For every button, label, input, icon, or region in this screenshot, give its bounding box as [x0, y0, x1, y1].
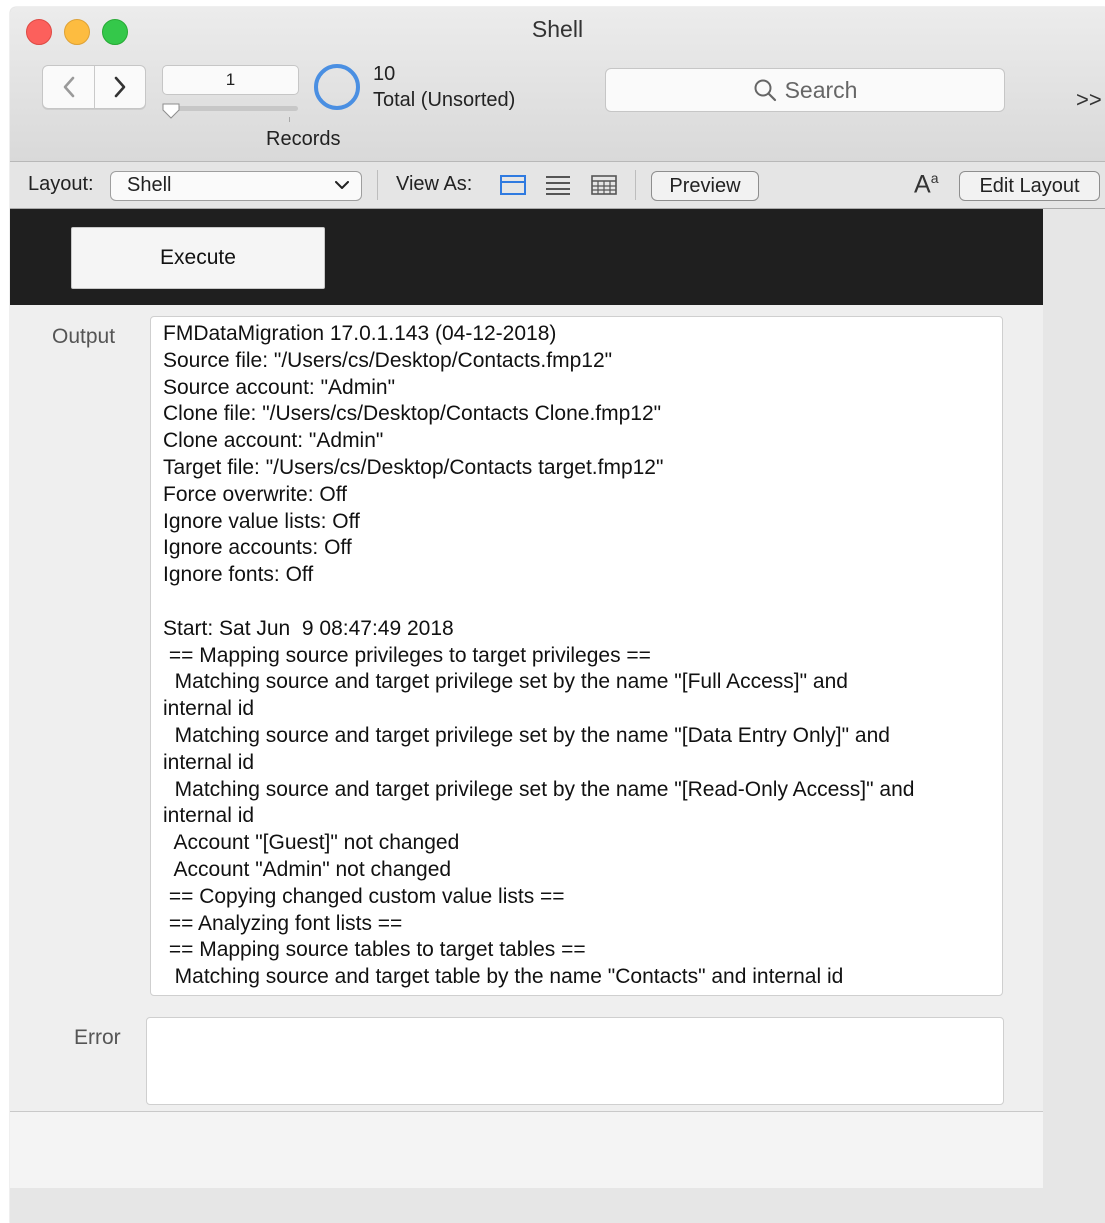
layout-content: Execute Output FMDataMigration 17.0.1.14… [10, 209, 1043, 1223]
output-line: == Mapping source privileges to target p… [163, 643, 651, 667]
window-toolbar: Shell 1 Records 10 Total (Unsorted) Sear… [10, 7, 1105, 162]
execute-button[interactable]: Execute [71, 227, 325, 289]
output-line: internal id [163, 804, 255, 828]
output-line: Force overwrite: Off [163, 482, 347, 506]
output-line: Matching source and target table by the … [163, 965, 844, 989]
output-line: Matching source and target privilege set… [163, 723, 890, 747]
record-slider-thumb[interactable] [162, 103, 180, 119]
found-state: Total (Unsorted) [373, 89, 516, 111]
found-count: 10 [373, 63, 396, 85]
output-line: Source account: "Admin" [163, 375, 396, 399]
separator [635, 170, 636, 200]
current-record-field[interactable]: 1 [162, 65, 299, 95]
table-view-icon[interactable] [591, 175, 617, 195]
output-line: Account "[Guest]" not changed [163, 831, 460, 855]
output-line: == Analyzing font lists == [163, 911, 403, 935]
chevron-left-icon [63, 76, 74, 98]
output-line: Ignore fonts: Off [163, 563, 314, 587]
search-icon [754, 79, 776, 102]
toolbar-overflow-button[interactable]: >> [1076, 87, 1102, 113]
footer-area [10, 1112, 1043, 1188]
preview-button[interactable]: Preview [651, 171, 759, 201]
output-line: internal id [163, 697, 255, 721]
output-line: Clone file: "/Users/cs/Desktop/Contacts … [163, 402, 662, 426]
slider-tick [289, 117, 290, 122]
chevron-down-icon [335, 181, 349, 189]
output-line: Ignore accounts: Off [163, 536, 352, 560]
list-view-icon[interactable] [545, 175, 571, 195]
form-view-icon[interactable] [500, 175, 526, 195]
error-label: Error [74, 1026, 121, 1049]
records-label: Records [266, 128, 341, 150]
font-icon-letter: A [914, 170, 931, 199]
output-field[interactable]: FMDataMigration 17.0.1.143 (04-12-2018) S… [150, 316, 1003, 996]
right-gutter [1043, 209, 1105, 1223]
output-line: Account "Admin" not changed [163, 857, 452, 881]
chevron-right-icon [114, 76, 125, 98]
app-window: Shell 1 Records 10 Total (Unsorted) Sear… [10, 7, 1105, 1223]
output-line: == Copying changed custom value lists == [163, 884, 565, 908]
output-line: Matching source and target privilege set… [163, 777, 915, 801]
output-line: Clone account: "Admin" [163, 429, 384, 453]
layout-label: Layout: [28, 173, 94, 195]
output-line: Source file: "/Users/cs/Desktop/Contacts… [163, 348, 613, 372]
view-as-label: View As: [396, 173, 473, 195]
record-navigation [42, 65, 146, 109]
output-line: internal id [163, 750, 255, 774]
search-button[interactable]: Search [605, 68, 1005, 112]
layout-bar: Layout: Shell View As: Preview Aa Edit L… [10, 162, 1105, 209]
output-line: Ignore value lists: Off [163, 509, 360, 533]
record-slider-track[interactable] [164, 106, 298, 111]
output-line: Matching source and target privilege set… [163, 670, 848, 694]
layout-dropdown[interactable]: Shell [110, 171, 362, 201]
layout-dropdown-value: Shell [127, 174, 172, 196]
window-title: Shell [531, 16, 584, 42]
bottom-strip [10, 1188, 1043, 1223]
output-line: Start: Sat Jun 9 08:47:49 2018 [163, 616, 454, 640]
record-pie-icon[interactable] [314, 64, 360, 110]
search-label: Search [784, 76, 858, 103]
header-band: Execute [10, 209, 1043, 305]
separator [377, 170, 378, 200]
next-record-button[interactable] [94, 66, 145, 108]
error-field[interactable] [146, 1017, 1004, 1105]
edit-layout-button[interactable]: Edit Layout [959, 171, 1100, 201]
output-line: Target file: "/Users/cs/Desktop/Contacts… [163, 455, 664, 479]
previous-record-button[interactable] [43, 66, 95, 108]
output-line: == Mapping source tables to target table… [163, 938, 586, 962]
font-icon-sup: a [930, 170, 939, 186]
font-size-icon[interactable]: Aa [914, 170, 938, 199]
output-line: FMDataMigration 17.0.1.143 (04-12-2018) [163, 322, 557, 345]
output-label: Output [52, 325, 116, 348]
